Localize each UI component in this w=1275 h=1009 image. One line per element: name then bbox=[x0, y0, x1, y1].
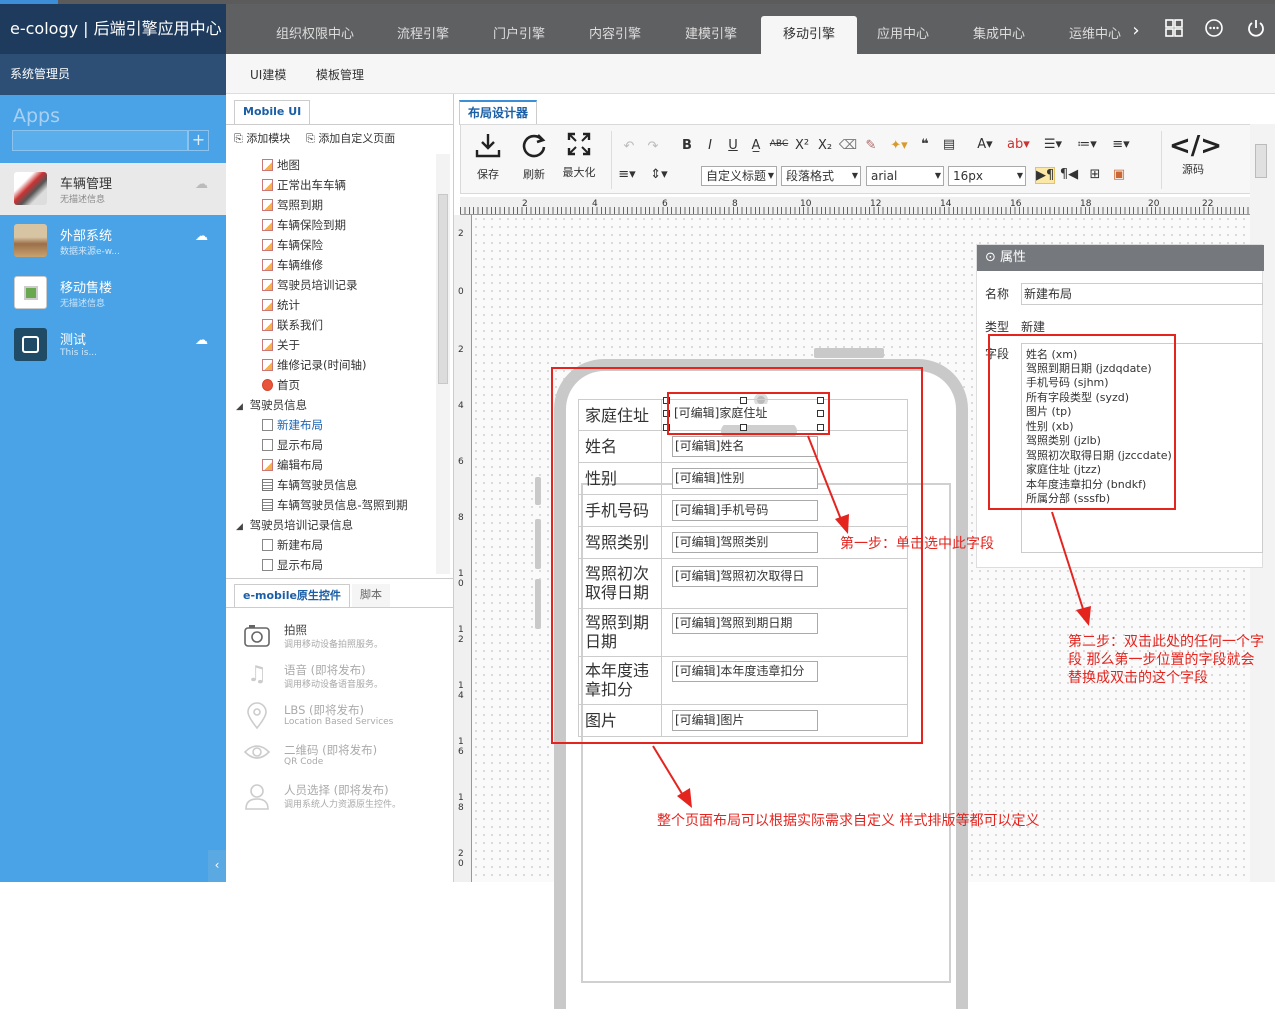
annotation-layout-note: 整个页面布局可以根据实际需求自定义 样式排版等都可以定义 bbox=[657, 813, 1040, 829]
annotation-step2: 第二步：双击此处的任何一个字段 那么第一步位置的字段就会替换成双击的这个字段 bbox=[1068, 634, 1264, 686]
annotation-arrows bbox=[652, 435, 1091, 808]
annotation-step1: 第一步：单击选中此字段 bbox=[840, 536, 994, 552]
